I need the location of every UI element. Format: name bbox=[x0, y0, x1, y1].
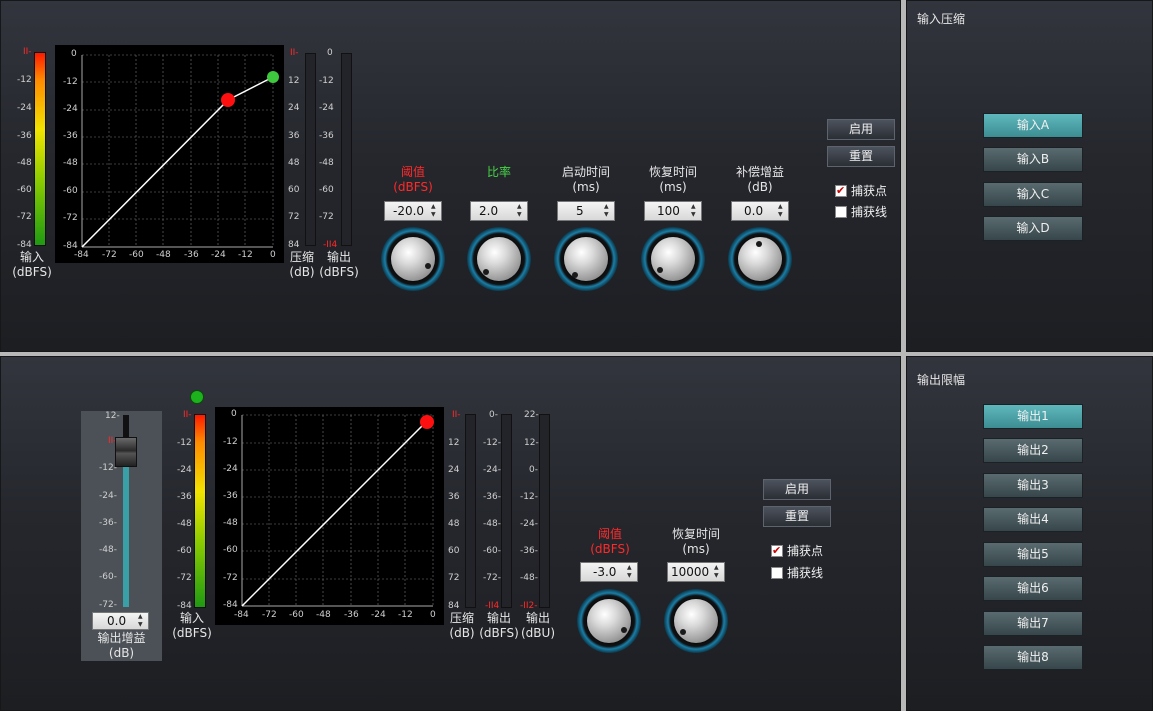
limiter-compression-meter bbox=[465, 414, 476, 608]
makeup-gain-knob[interactable] bbox=[728, 227, 792, 291]
reset-button[interactable]: 重置 bbox=[827, 146, 895, 167]
attack-knob[interactable] bbox=[554, 227, 618, 291]
output-level-meter bbox=[341, 53, 352, 246]
limiter-threshold-knob[interactable] bbox=[577, 589, 641, 653]
limiter-threshold-spinbox[interactable]: -3.0 ▲ ▼ bbox=[580, 562, 638, 582]
limiter-capture-line-checkbox[interactable]: 捕获线 bbox=[771, 565, 823, 581]
transfer-curve bbox=[81, 76, 274, 248]
compressor-curve-svg bbox=[81, 54, 279, 248]
threshold-label: 阈值 (dBFS) bbox=[393, 165, 433, 194]
limiter-panel: 12- II- -12- -24- -36- -48- -60- -72- 0.… bbox=[0, 356, 901, 711]
limiter-release-knob[interactable] bbox=[664, 589, 728, 653]
capture-line-checkbox[interactable]: 捕获线 bbox=[835, 204, 887, 220]
attack-label: 启动时间 (ms) bbox=[561, 165, 610, 194]
input-d-button[interactable]: 输入D bbox=[983, 216, 1083, 241]
checkbox-empty-icon bbox=[835, 206, 847, 218]
input-panel-title: 输入压缩 bbox=[917, 12, 966, 26]
limiter-compression-label: 压缩 (dB) bbox=[449, 611, 475, 640]
output-1-button[interactable]: 输出1 bbox=[983, 404, 1083, 429]
checkbox-empty-icon bbox=[771, 567, 783, 579]
output-meter-label: 输出 (dBFS) bbox=[319, 250, 359, 279]
output-limit-panel: 输出限幅 输出1 输出2 输出3 输出4 输出5 输出6 输出7 输出8 bbox=[906, 356, 1153, 711]
output-panel-title: 输出限幅 bbox=[917, 373, 966, 387]
makeup-gain-spinbox[interactable]: 0.0 ▲ ▼ bbox=[731, 201, 789, 221]
output-3-button[interactable]: 输出3 bbox=[983, 473, 1083, 498]
threshold-spinbox[interactable]: -20.0 ▲ ▼ bbox=[384, 201, 442, 221]
output-8-button[interactable]: 输出8 bbox=[983, 645, 1083, 670]
makeup-gain-label: 补偿增益 (dB) bbox=[735, 165, 784, 194]
checkbox-checked-icon bbox=[835, 183, 847, 199]
limiter-threshold-point bbox=[420, 415, 434, 429]
ratio-label: 比率 bbox=[486, 165, 511, 179]
input-b-button[interactable]: 输入B bbox=[983, 147, 1083, 172]
attack-spinbox[interactable]: 5 ▲ ▼ bbox=[557, 201, 615, 221]
limiter-output-dbu-meter bbox=[539, 414, 550, 608]
limiter-reset-button[interactable]: 重置 bbox=[763, 506, 831, 527]
limiter-capture-point-checkbox[interactable]: 捕获点 bbox=[771, 543, 823, 559]
limiter-curve-svg bbox=[241, 414, 434, 607]
fader-fill bbox=[123, 451, 129, 607]
output-4-button[interactable]: 输出4 bbox=[983, 507, 1083, 532]
input-c-button[interactable]: 输入C bbox=[983, 182, 1083, 207]
output-gain-fader-panel: 12- II- -12- -24- -36- -48- -60- -72- 0.… bbox=[81, 411, 162, 661]
output-7-button[interactable]: 输出7 bbox=[983, 611, 1083, 636]
ratio-spinbox[interactable]: 2.0 ▲ ▼ bbox=[470, 201, 528, 221]
input-a-button[interactable]: 输入A bbox=[983, 113, 1083, 138]
end-point bbox=[267, 71, 279, 83]
output-6-button[interactable]: 输出6 bbox=[983, 576, 1083, 601]
input-compress-panel: 输入压缩 输入A 输入B 输入C 输入D bbox=[906, 0, 1153, 352]
compression-meter-label: 压缩 (dB) bbox=[289, 250, 315, 279]
limiter-output-dbu-label: 输出 (dBU) bbox=[521, 611, 555, 640]
release-label: 恢复时间 (ms) bbox=[648, 165, 697, 194]
limiter-release-spinbox[interactable]: 10000 ▲ ▼ bbox=[667, 562, 725, 582]
compressor-transfer-graph[interactable]: 0 -12 -24 -36 -48 -60 -72 -84 -84 -72 -6… bbox=[55, 45, 284, 263]
compression-meter bbox=[305, 53, 316, 246]
fader-handle[interactable] bbox=[115, 437, 137, 467]
limiter-input-meter bbox=[194, 414, 206, 608]
output-2-button[interactable]: 输出2 bbox=[983, 438, 1083, 463]
limiter-output-label: 输出 (dBFS) bbox=[479, 611, 519, 640]
release-knob[interactable] bbox=[641, 227, 705, 291]
limiter-input-label: 输入 (dBFS) bbox=[172, 611, 212, 640]
compressor-panel: II- -12 -24 -36 -48 -60 -72 -84 输入 (dBFS) bbox=[0, 0, 901, 352]
output-gain-spinbox[interactable]: 0.0 ▲ ▼ bbox=[92, 612, 149, 630]
threshold-knob[interactable] bbox=[381, 227, 445, 291]
limiter-output-meter bbox=[501, 414, 512, 608]
limiter-curve bbox=[241, 421, 433, 607]
threshold-point bbox=[221, 93, 235, 107]
checkbox-checked-icon bbox=[771, 543, 783, 559]
limiter-enable-button[interactable]: 启用 bbox=[763, 479, 831, 500]
capture-point-checkbox[interactable]: 捕获点 bbox=[835, 183, 887, 199]
limiter-threshold-label: 阈值 (dBFS) bbox=[590, 527, 630, 556]
input-meter-label: 输入 (dBFS) bbox=[12, 250, 52, 279]
output-5-button[interactable]: 输出5 bbox=[983, 542, 1083, 567]
input-level-meter bbox=[34, 52, 46, 246]
output-gain-label: 输出增益 (dB) bbox=[97, 631, 146, 660]
signal-indicator bbox=[190, 390, 204, 404]
enable-button[interactable]: 启用 bbox=[827, 119, 895, 140]
limiter-transfer-graph[interactable]: 0 -12 -24 -36 -48 -60 -72 -84 -84 -72 -6… bbox=[215, 407, 444, 625]
ratio-knob[interactable] bbox=[467, 227, 531, 291]
release-spinbox[interactable]: 100 ▲ ▼ bbox=[644, 201, 702, 221]
limiter-release-label: 恢复时间 (ms) bbox=[671, 527, 720, 556]
